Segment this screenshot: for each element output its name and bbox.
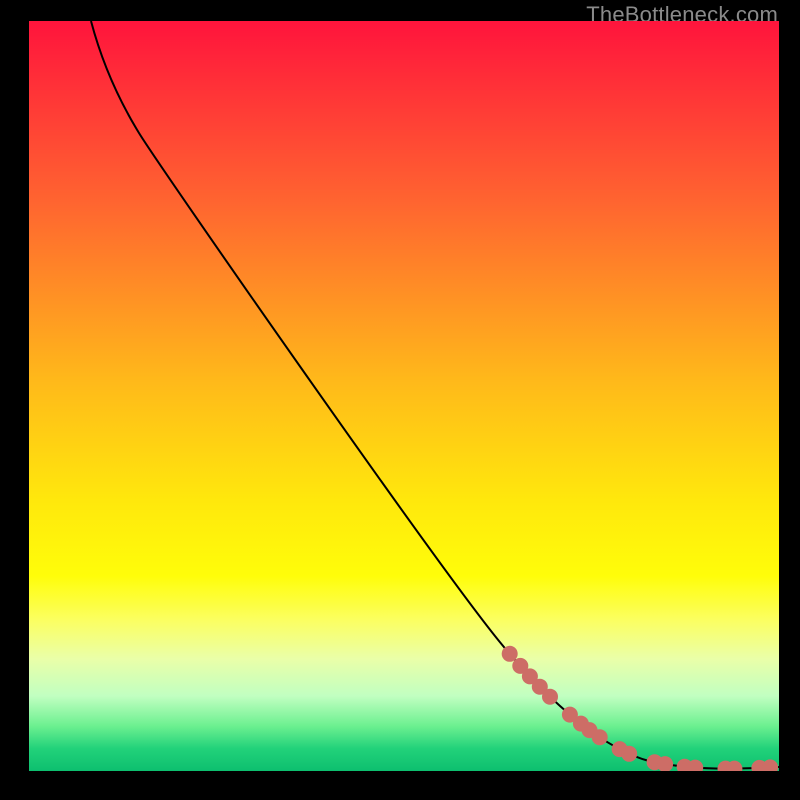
ideal-dot <box>762 759 778 771</box>
ideal-dot <box>542 689 558 705</box>
plot-area <box>29 21 779 771</box>
ideal-dot <box>592 729 608 745</box>
ideal-dot <box>502 646 518 662</box>
bottleneck-curve <box>91 21 779 769</box>
chart-frame: TheBottleneck.com <box>0 0 800 800</box>
ideal-dot <box>621 746 637 762</box>
curve-layer <box>29 21 779 771</box>
ideal-dots-group <box>502 646 778 771</box>
